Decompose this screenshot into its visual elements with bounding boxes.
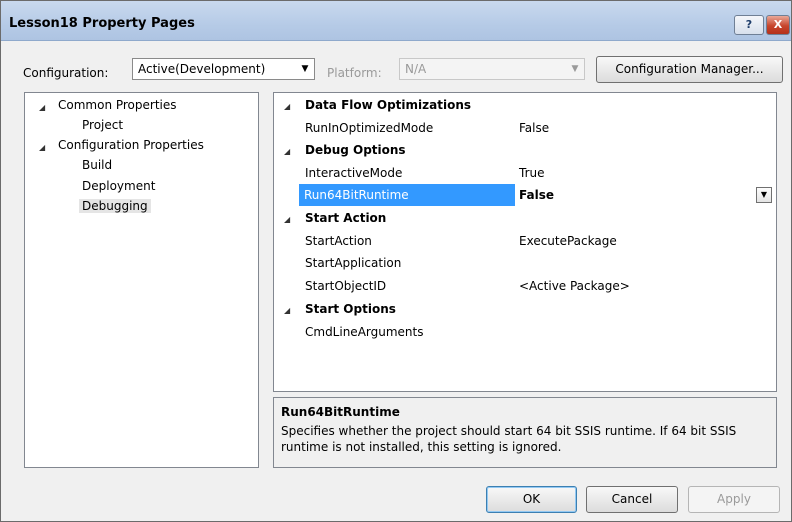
grid-category-debug-options[interactable]: ◢ Debug Options <box>274 139 776 161</box>
description-title: Run64BitRuntime <box>281 405 400 419</box>
help-button[interactable]: ? <box>734 15 764 35</box>
property-value[interactable]: False <box>519 188 554 202</box>
selected-property-highlight: Run64BitRuntime <box>299 184 515 206</box>
collapse-triangle-icon[interactable]: ◢ <box>284 102 290 111</box>
configuration-select[interactable]: Active(Development) ▼ <box>132 58 315 80</box>
property-value[interactable]: ExecutePackage <box>519 234 617 248</box>
chevron-down-icon: ▼ <box>301 64 309 74</box>
collapse-triangle-icon[interactable]: ◢ <box>284 306 290 315</box>
grid-row-startobjectid[interactable]: StartObjectID <Active Package> <box>274 275 776 297</box>
configuration-manager-button[interactable]: Configuration Manager... <box>596 56 783 83</box>
apply-button[interactable]: Apply <box>688 486 780 513</box>
tree-item-configuration-properties[interactable]: Configuration Properties <box>58 138 204 152</box>
tree-item-build[interactable]: Build <box>82 158 112 172</box>
property-name: Run64BitRuntime <box>304 188 409 202</box>
platform-label: Platform: <box>327 66 382 80</box>
tree-item-debugging[interactable]: Debugging <box>79 199 151 213</box>
grid-row-run64bitruntime[interactable]: Run64BitRuntime False ▼ <box>274 184 776 206</box>
category-label: Start Action <box>305 211 387 225</box>
grid-row-runinoptimizedmode[interactable]: RunInOptimizedMode False <box>274 117 776 139</box>
grid-row-startaction[interactable]: StartAction ExecutePackage <box>274 230 776 252</box>
platform-select: N/A ▼ <box>399 58 585 80</box>
close-button[interactable]: X <box>766 15 790 35</box>
title-bar[interactable]: Lesson18 Property Pages ? X <box>1 1 791 41</box>
chevron-down-icon: ▼ <box>571 64 579 74</box>
configuration-value: Active(Development) <box>138 62 266 76</box>
grid-row-cmdlinearguments[interactable]: CmdLineArguments <box>274 321 776 343</box>
property-name: CmdLineArguments <box>305 325 424 339</box>
category-label: Debug Options <box>305 143 406 157</box>
property-name: InteractiveMode <box>305 166 403 180</box>
grid-category-start-options[interactable]: ◢ Start Options <box>274 298 776 320</box>
category-label: Data Flow Optimizations <box>305 98 472 112</box>
description-text: Specifies whether the project should sta… <box>281 424 737 454</box>
grid-row-interactivemode[interactable]: InteractiveMode True <box>274 162 776 184</box>
category-label: Start Options <box>305 302 396 316</box>
grid-category-start-action[interactable]: ◢ Start Action <box>274 207 776 229</box>
property-value[interactable]: False <box>519 121 549 135</box>
collapse-triangle-icon[interactable]: ◢ <box>284 147 290 156</box>
category-tree[interactable]: ◢ Common Properties Project ◢ Configurat… <box>24 92 259 468</box>
ok-button[interactable]: OK <box>486 486 577 513</box>
window-title: Lesson18 Property Pages <box>9 16 195 31</box>
property-name: StartAction <box>305 234 372 248</box>
collapse-triangle-icon[interactable]: ◢ <box>39 103 45 112</box>
grid-category-data-flow-optimizations[interactable]: ◢ Data Flow Optimizations <box>274 94 776 116</box>
configuration-label: Configuration: <box>23 66 109 80</box>
property-grid[interactable]: ◢ Data Flow Optimizations RunInOptimized… <box>273 92 777 392</box>
collapse-triangle-icon[interactable]: ◢ <box>284 215 290 224</box>
grid-row-startapplication[interactable]: StartApplication <box>274 252 776 274</box>
property-name: StartObjectID <box>305 279 387 293</box>
property-value[interactable]: True <box>519 166 545 180</box>
collapse-triangle-icon[interactable]: ◢ <box>39 143 45 152</box>
description-panel: Run64BitRuntime Specifies whether the pr… <box>273 397 777 468</box>
property-name: StartApplication <box>305 256 402 270</box>
property-name: RunInOptimizedMode <box>305 121 434 135</box>
cancel-button[interactable]: Cancel <box>586 486 678 513</box>
value-dropdown-button[interactable]: ▼ <box>756 187 772 203</box>
property-pages-dialog: Lesson18 Property Pages ? X Configuratio… <box>0 0 792 522</box>
tree-item-project[interactable]: Project <box>82 118 123 132</box>
property-value[interactable]: <Active Package> <box>519 279 630 293</box>
tree-item-common-properties[interactable]: Common Properties <box>58 98 177 112</box>
tree-item-deployment[interactable]: Deployment <box>82 179 155 193</box>
platform-value: N/A <box>405 62 427 76</box>
chevron-down-icon: ▼ <box>760 190 768 199</box>
